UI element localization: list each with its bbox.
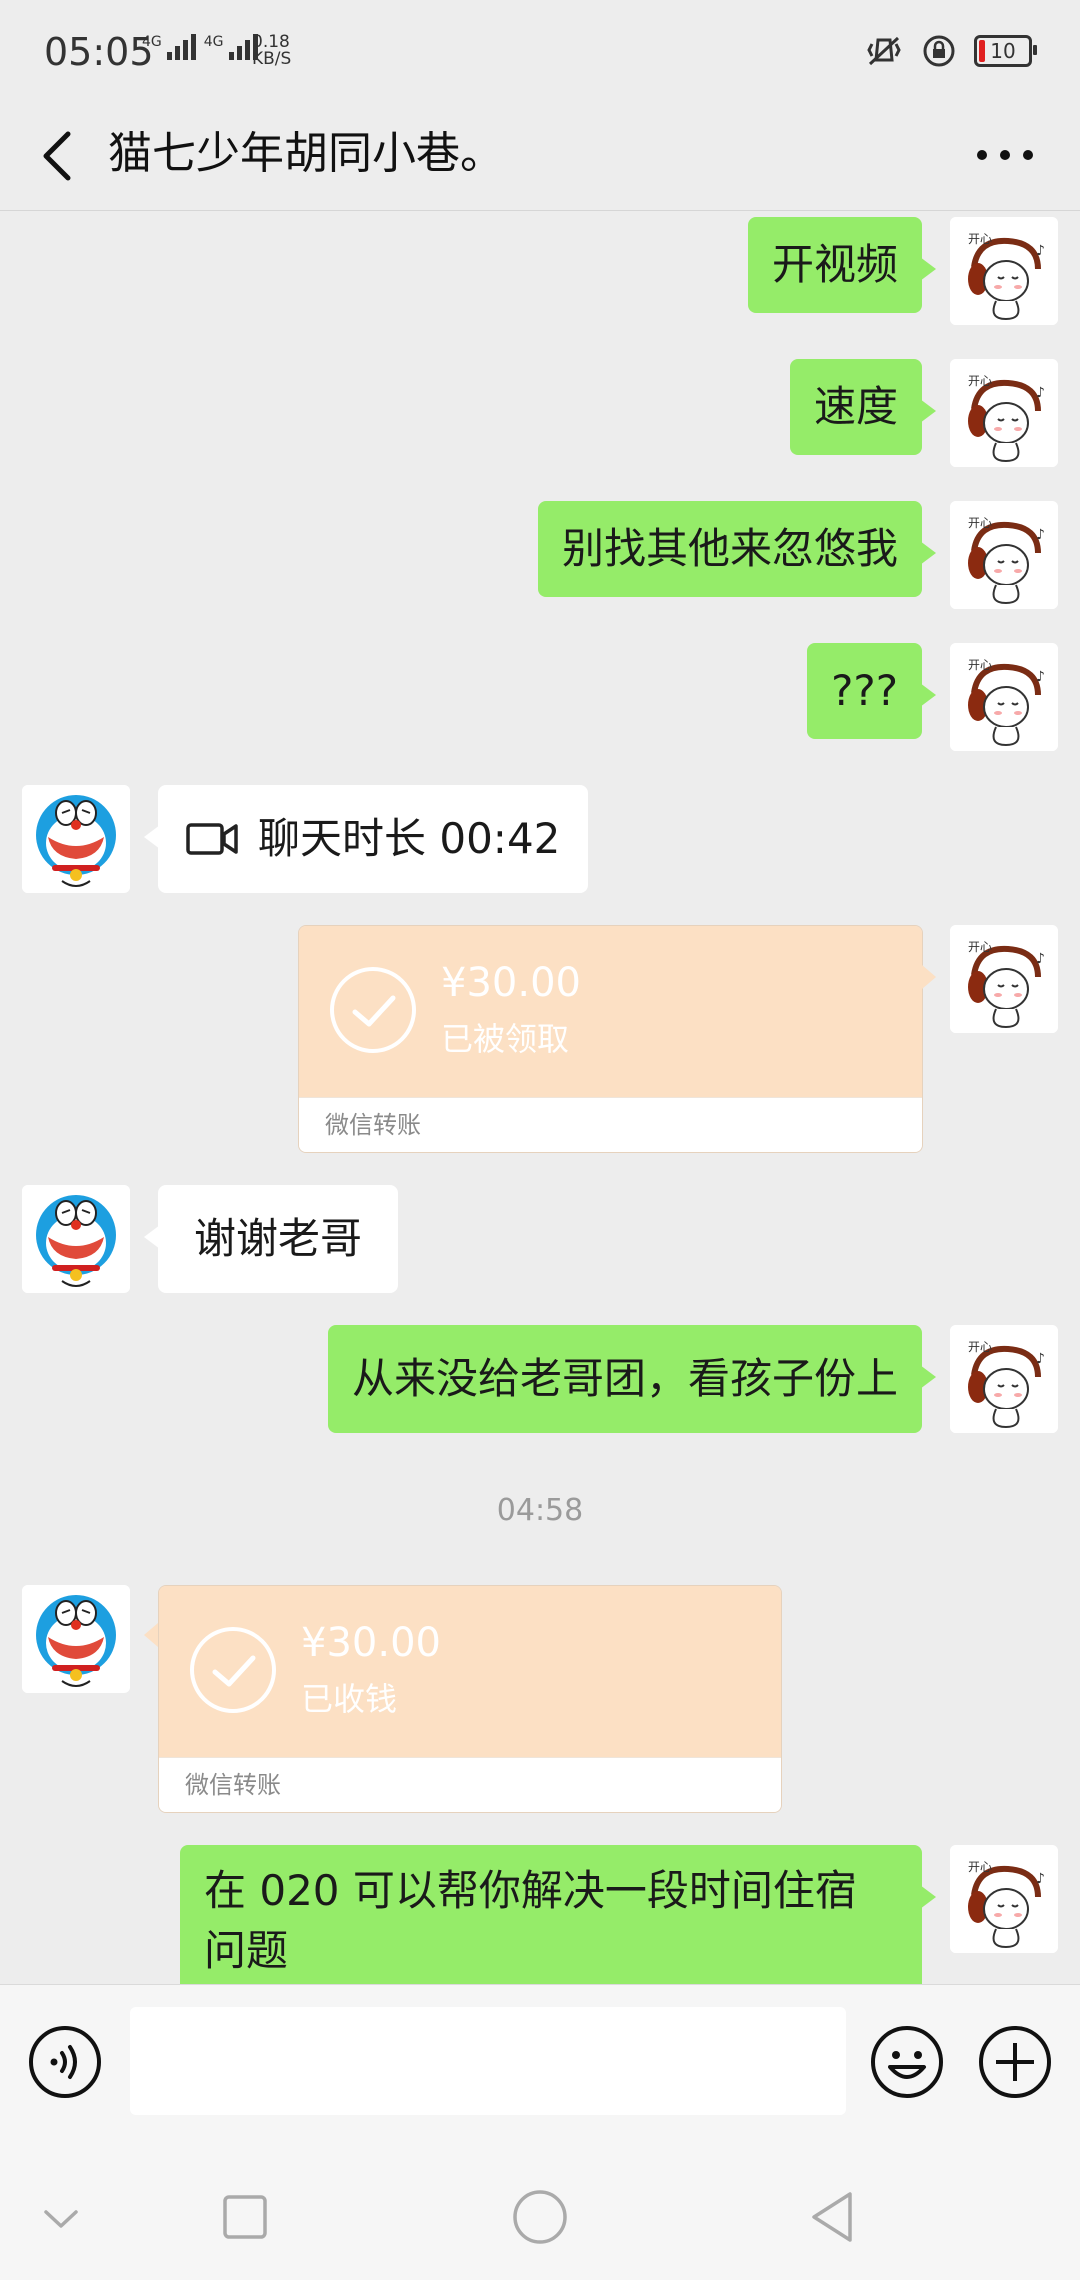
lock-rotation-icon bbox=[923, 35, 955, 67]
message-bubble-outgoing[interactable]: 别找其他来忽悠我 bbox=[537, 501, 937, 597]
more-dots-icon[interactable] bbox=[970, 130, 1040, 180]
cartoon-avatar-icon: 开心 ♪ bbox=[950, 359, 1058, 467]
my-avatar[interactable]: 开心 ♪ bbox=[950, 217, 1058, 325]
check-circle-icon bbox=[190, 1627, 276, 1713]
transfer-card-body: ¥30.00 已收钱 bbox=[159, 1586, 781, 1758]
svg-text:开心: 开心 bbox=[968, 1340, 992, 1354]
my-avatar[interactable]: 开心 ♪ bbox=[950, 359, 1058, 467]
vibrate-icon bbox=[867, 36, 901, 66]
message-bubble-outgoing[interactable]: 从来没给老哥团，看孩子份上 bbox=[327, 1325, 937, 1433]
svg-text:开心: 开心 bbox=[968, 1860, 992, 1874]
nav-home-icon[interactable] bbox=[505, 2182, 575, 2252]
nav-down-icon[interactable] bbox=[26, 2182, 96, 2252]
svg-text:♪: ♪ bbox=[1036, 527, 1045, 543]
cartoon-avatar-icon: 开心 ♪ bbox=[950, 643, 1058, 751]
transfer-status: 已收钱 bbox=[301, 1680, 398, 1718]
emoji-icon[interactable] bbox=[870, 2025, 944, 2099]
message-bubble-outgoing[interactable]: ??? bbox=[807, 643, 936, 739]
my-avatar[interactable]: 开心 ♪ bbox=[950, 643, 1058, 751]
doraemon-avatar-icon bbox=[22, 1185, 130, 1293]
cartoon-avatar-icon: 开心 ♪ bbox=[950, 925, 1058, 1033]
svg-text:♪: ♪ bbox=[1036, 669, 1045, 685]
transfer-label: 微信转账 bbox=[299, 1097, 922, 1152]
svg-text:开心: 开心 bbox=[968, 940, 992, 954]
message-line: 问题 bbox=[204, 1926, 289, 1975]
network-label: 4G bbox=[142, 34, 162, 50]
video-call-record[interactable]: 聊天时长 00:42 bbox=[143, 785, 589, 893]
cartoon-avatar-icon: 开心 ♪ bbox=[950, 1325, 1058, 1433]
cartoon-avatar-icon: 开心 ♪ bbox=[950, 501, 1058, 609]
network-indicators: 4G 4G bbox=[142, 34, 258, 60]
call-duration: 聊天时长 00:42 bbox=[258, 814, 561, 863]
message-bubble-outgoing[interactable]: 开视频 bbox=[747, 217, 937, 313]
system-nav-bar bbox=[0, 2154, 1080, 2280]
transfer-amount: ¥30.00 bbox=[301, 1620, 441, 1666]
svg-text:♪: ♪ bbox=[1036, 385, 1045, 401]
my-avatar[interactable]: 开心 ♪ bbox=[950, 501, 1058, 609]
svg-text:开心: 开心 bbox=[968, 516, 992, 530]
message-bubble-outgoing[interactable]: 在 020 可以帮你解决一段时间住宿 问题 bbox=[180, 1845, 936, 1984]
transfer-card-incoming[interactable]: ¥30.00 已收钱 微信转账 bbox=[158, 1585, 782, 1813]
speed-unit: KB/S bbox=[252, 49, 292, 69]
bubble-tail bbox=[144, 1623, 158, 1647]
status-time: 05:05 bbox=[44, 30, 154, 74]
svg-text:♪: ♪ bbox=[1036, 1351, 1045, 1367]
voice-icon[interactable] bbox=[28, 2025, 102, 2099]
svg-text:开心: 开心 bbox=[968, 374, 992, 388]
svg-text:♪: ♪ bbox=[1036, 243, 1045, 259]
contact-avatar[interactable] bbox=[22, 1185, 130, 1293]
status-icons: 10 bbox=[864, 34, 1037, 68]
chat-header: 猫七少年胡同小巷。 bbox=[0, 100, 1080, 211]
transfer-label: 微信转账 bbox=[159, 1757, 781, 1812]
plus-icon[interactable] bbox=[978, 2025, 1052, 2099]
my-avatar[interactable]: 开心 ♪ bbox=[950, 1845, 1058, 1953]
check-circle-icon bbox=[330, 967, 416, 1053]
network-speed: 0.18 KB/S bbox=[252, 34, 291, 68]
battery-level: 10 bbox=[990, 39, 1016, 63]
back-arrow-icon[interactable] bbox=[30, 120, 90, 190]
message-line: 在 020 可以帮你解决一段时间住宿 bbox=[204, 1866, 857, 1915]
message-bubble-incoming[interactable]: 谢谢老哥 bbox=[143, 1185, 399, 1293]
signal-icon: 4G bbox=[142, 34, 196, 60]
nav-back-icon[interactable] bbox=[800, 2182, 870, 2252]
chat-title: 猫七少年胡同小巷。 bbox=[108, 128, 504, 179]
signal-icon: 4G bbox=[204, 34, 258, 60]
contact-avatar[interactable] bbox=[22, 1585, 130, 1693]
contact-avatar[interactable] bbox=[22, 785, 130, 893]
transfer-amount: ¥30.00 bbox=[441, 960, 581, 1006]
my-avatar[interactable]: 开心 ♪ bbox=[950, 1325, 1058, 1433]
input-bar bbox=[0, 1984, 1080, 2155]
svg-text:♪: ♪ bbox=[1036, 951, 1045, 967]
message-bubble-outgoing[interactable]: 速度 bbox=[789, 359, 937, 455]
message-input[interactable] bbox=[130, 2007, 846, 2115]
transfer-card-body: ¥30.00 已被领取 bbox=[299, 926, 922, 1098]
my-avatar[interactable]: 开心 ♪ bbox=[950, 925, 1058, 1033]
svg-text:开心: 开心 bbox=[968, 658, 992, 672]
svg-text:开心: 开心 bbox=[968, 232, 992, 246]
svg-text:♪: ♪ bbox=[1036, 1871, 1045, 1887]
transfer-status: 已被领取 bbox=[441, 1020, 570, 1058]
doraemon-avatar-icon bbox=[22, 785, 130, 893]
chat-timestamp: 04:58 bbox=[496, 1493, 584, 1528]
network-label: 4G bbox=[203, 34, 224, 50]
video-call-icon bbox=[186, 823, 238, 855]
status-bar: 05:05 4G 4G 0.18 KB/S 10 bbox=[0, 0, 1080, 100]
battery-icon: 10 bbox=[974, 35, 1037, 67]
transfer-card-outgoing[interactable]: ¥30.00 已被领取 微信转账 bbox=[298, 925, 923, 1153]
doraemon-avatar-icon bbox=[22, 1585, 130, 1693]
nav-square-icon[interactable] bbox=[210, 2182, 280, 2252]
message-list[interactable]: 开视频 开心 ♪ 速度 开心 ♪ 别找其他来忽悠我 开心 ♪ ??? 开心 ♪ … bbox=[0, 211, 1080, 1984]
bubble-tail bbox=[922, 965, 936, 989]
cartoon-avatar-icon: 开心 ♪ bbox=[950, 1845, 1058, 1953]
cartoon-avatar-icon: 开心 ♪ bbox=[950, 217, 1058, 325]
